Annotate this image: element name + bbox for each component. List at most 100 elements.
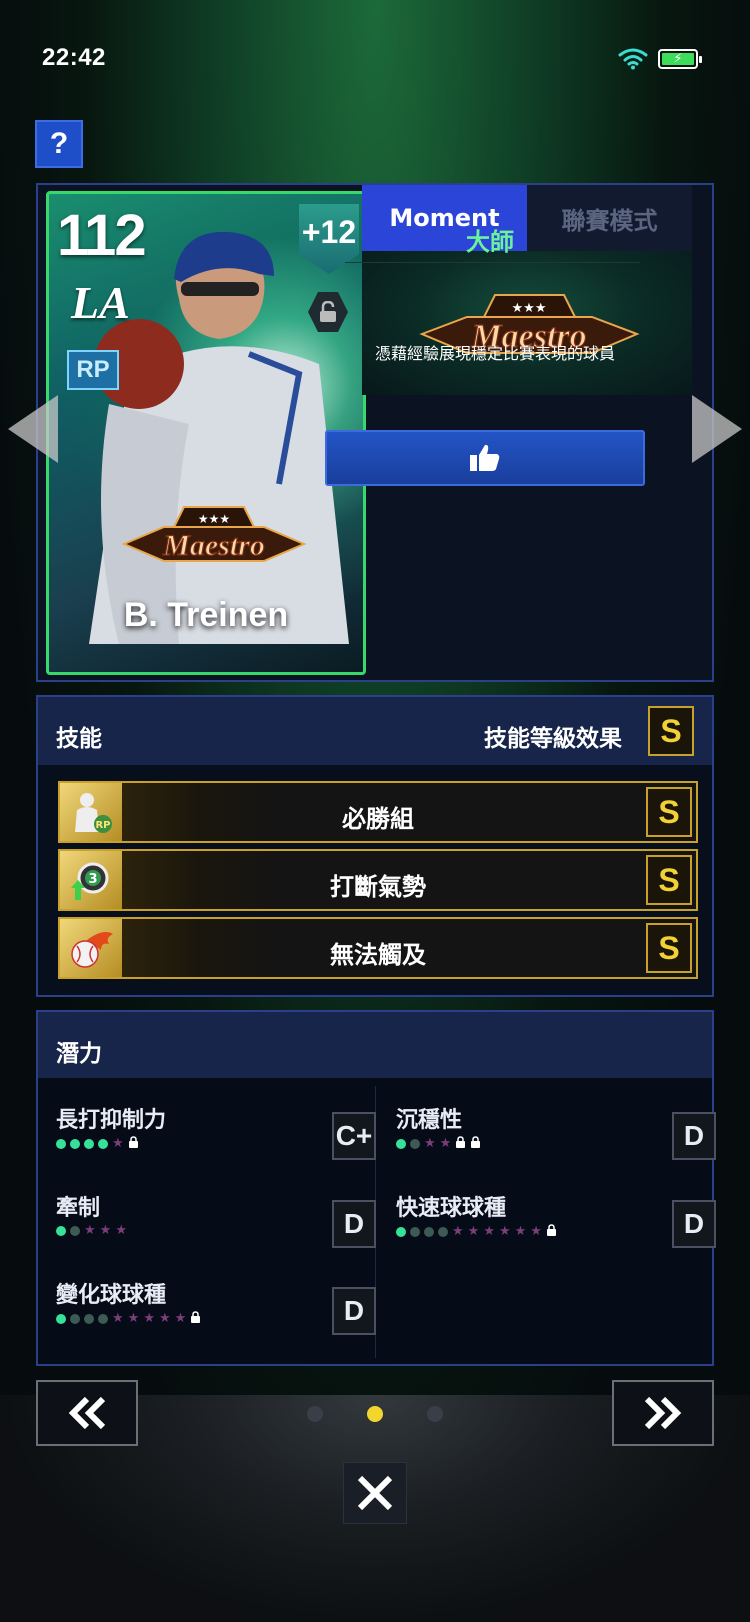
skill-level-effect-label: 技能等級效果 [484,726,622,752]
star-icon: ★ [84,1223,96,1238]
maestro-logo: ★★★ Maestro [121,506,307,563]
potential-grade: D [332,1287,376,1335]
skill-name: 無法觸及 [330,941,426,969]
next-card-arrow[interactable] [692,395,742,463]
star-icon: ★ [514,1224,527,1239]
skill-row[interactable]: 3 打斷氣勢 S [58,849,698,911]
filled-dot [56,1313,66,1324]
lock-icon [190,1311,201,1326]
potential-item[interactable]: 長打抑制力 ★ C+ [56,1102,376,1182]
relief-pitcher-icon: RP [60,783,122,841]
skills-header: 技能 技能等級效果 S [38,697,712,765]
previous-card-arrow[interactable] [8,395,58,463]
potential-dots: ★ ★ ★ [56,1224,127,1237]
empty-dot [410,1138,420,1149]
player-name: B. Treinen [123,596,289,634]
page-indicator [0,1406,750,1422]
lock-icon [470,1136,481,1151]
skill-name: 必勝組 [342,805,414,833]
filled-dot [84,1138,94,1149]
close-icon [357,1475,393,1511]
like-button[interactable] [325,430,645,486]
help-button[interactable]: ? [35,120,83,168]
moment-title: 大師 [466,228,514,256]
skills-panel: 技能 技能等級效果 S RP 必勝組 S 3 打斷氣勢 S 無法觸及 S [36,695,714,997]
potential-name: 沉穩性 [396,1108,463,1133]
filled-dot [56,1225,66,1236]
moment-description: 憑藉經驗展現穩定比賽表現的球員 [374,344,615,363]
svg-text:RP: RP [95,820,110,831]
empty-dot [424,1226,434,1237]
player-card[interactable]: 112 LA RP +12 ★★★ Maestro B. Treinen [46,191,366,675]
star-icon: ★ [483,1224,495,1239]
star-icon: ★ [158,1311,171,1326]
star-icon: ★ [530,1224,542,1239]
lock-icon [128,1136,139,1151]
potential-grade: D [672,1112,716,1160]
skill-level-grade: S [648,706,694,756]
close-button[interactable] [343,1462,407,1524]
empty-dot [98,1313,108,1324]
potential-title: 潛力 [56,1041,102,1067]
potential-dots: ★ ★ ★ ★ ★ ★ [396,1224,557,1239]
star-icon: ★ [467,1224,480,1239]
skill-grade: S [646,787,692,837]
filled-dot [396,1138,406,1149]
moment-badge-area: ★★★ Maestro [362,251,692,395]
potential-name: 變化球球種 [56,1283,167,1308]
skill-row[interactable]: 無法觸及 S [58,917,698,979]
star-icon: ★ [174,1311,187,1326]
svg-text:★★★: ★★★ [512,301,547,316]
star-icon: ★ [452,1224,464,1239]
potential-panel: 潛力 長打抑制力 ★ C+ 沉穩性 ★ ★ D 牽制 ★ ★ ★ D 快速球球種 ★ ★… [36,1010,716,1366]
potential-name: 快速球球種 [396,1196,507,1221]
star-icon: ★ [424,1136,436,1151]
empty-dot [84,1313,94,1324]
skills-title: 技能 [56,726,102,752]
potential-header: 潛力 [38,1012,712,1078]
star-icon: ★ [498,1224,511,1239]
position-badge: RP [67,350,119,390]
svg-text:★★★: ★★★ [198,512,230,526]
skill-row[interactable]: RP 必勝組 S [58,781,698,843]
status-time: 22:42 [42,44,106,71]
potential-item[interactable]: 變化球球種 ★ ★ ★ ★ ★ D [56,1277,376,1357]
status-icons: ⚡ [618,48,702,70]
potential-name: 長打抑制力 [56,1108,167,1133]
card-badge-text: Maestro [162,529,265,562]
potential-item[interactable]: 快速球球種 ★ ★ ★ ★ ★ ★ D [396,1190,716,1270]
potential-grade: D [672,1200,716,1248]
potential-grade: C+ [332,1112,376,1160]
star-icon: ★ [115,1223,127,1238]
potential-dots: ★ ★ [396,1136,481,1151]
filled-dot [98,1138,108,1149]
potential-item[interactable]: 沉穩性 ★ ★ D [396,1102,716,1182]
star-icon: ★ [143,1311,155,1326]
star-icon: ★ [127,1311,140,1326]
potential-grade: D [332,1200,376,1248]
lock-icon [546,1224,557,1239]
potential-dots: ★ [56,1136,139,1151]
page-dot [367,1406,383,1422]
star-icon: ★ [99,1223,112,1238]
momentum-break-icon: 3 [60,851,122,909]
empty-dot [70,1225,80,1236]
star-icon: ★ [112,1136,124,1151]
battery-icon: ⚡ [658,49,702,69]
svg-text:3: 3 [88,872,97,887]
page-dot [307,1406,323,1422]
star-icon: ★ [439,1136,452,1151]
skill-name: 打斷氣勢 [330,873,426,901]
potential-name: 牽制 [56,1196,101,1221]
player-rating: 112 [57,203,147,268]
filled-dot [70,1138,80,1149]
lock-icon [455,1136,466,1151]
potential-item[interactable]: 牽制 ★ ★ ★ D [56,1190,376,1270]
star-icon: ★ [112,1311,124,1326]
skill-grade: S [646,855,692,905]
divider [345,262,640,263]
page-dot [427,1406,443,1422]
empty-dot [70,1313,80,1324]
fireball-icon [60,919,122,977]
potential-dots: ★ ★ ★ ★ ★ [56,1311,201,1326]
